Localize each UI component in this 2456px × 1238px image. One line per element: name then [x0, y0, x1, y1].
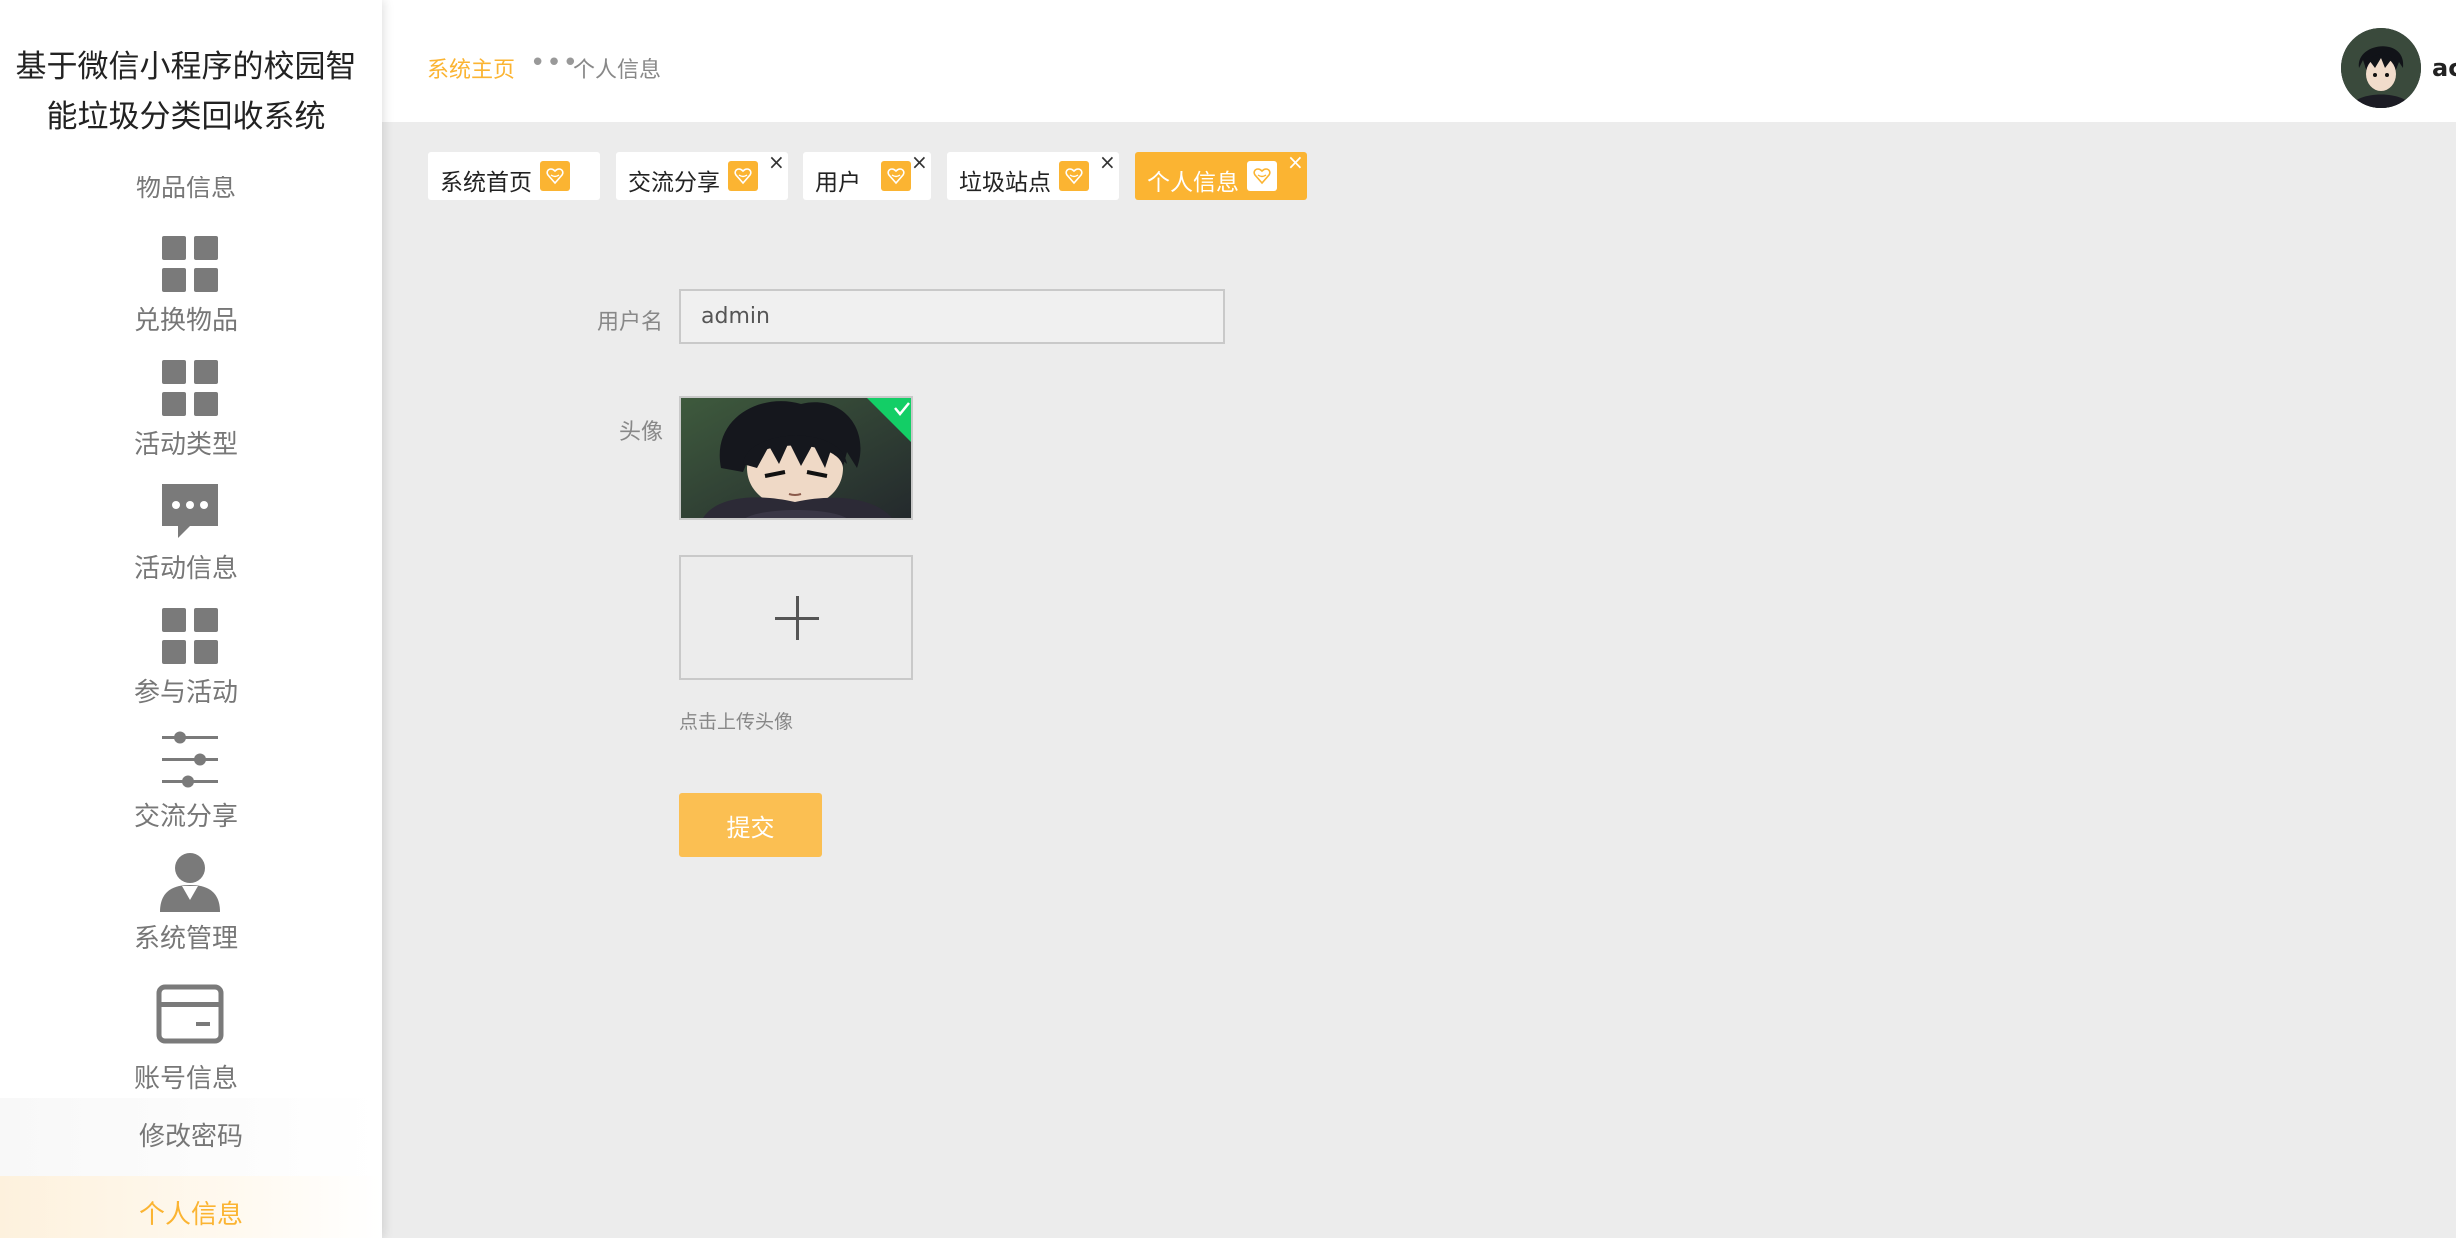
- avatar-upload-button[interactable]: [679, 555, 913, 680]
- tab-user[interactable]: 用户 ×: [803, 152, 931, 200]
- heart-tag-icon: [1247, 161, 1277, 191]
- sidebar-item-exchange-share[interactable]: 交流分享: [0, 730, 372, 840]
- sidebar-item-label: 参与活动: [133, 678, 238, 708]
- close-icon[interactable]: ×: [1099, 152, 1116, 172]
- sidebar-item-label: 物品信息: [135, 176, 236, 202]
- breadcrumb-separator-icon: •••: [530, 48, 580, 78]
- plus-icon-vertical: [796, 596, 799, 640]
- grid-icon: [160, 358, 220, 418]
- sidebar-subitem-change-password[interactable]: 修改密码: [0, 1098, 382, 1176]
- tab-label: 用户: [815, 170, 861, 196]
- sidebar-item-activity-info[interactable]: 活动信息: [0, 482, 372, 592]
- username-label: 用户名: [596, 310, 663, 335]
- close-icon[interactable]: ×: [911, 152, 928, 172]
- person-icon: [160, 852, 220, 912]
- sidebar-item-exchange-goods[interactable]: 兑换物品: [0, 234, 372, 344]
- sidebar-item-label: 系统管理: [133, 924, 238, 954]
- avatar-label: 头像: [618, 420, 663, 445]
- grid-icon: [160, 606, 220, 666]
- sidebar-item-label: 兑换物品: [133, 306, 238, 336]
- tab-label: 系统首页: [440, 170, 532, 196]
- sidebar-item-goods-info[interactable]: 物品信息: [0, 176, 372, 206]
- user-name[interactable]: ac: [2432, 54, 2456, 82]
- tab-system-home[interactable]: 系统首页: [428, 152, 600, 200]
- username-input[interactable]: [679, 289, 1225, 344]
- submit-button[interactable]: 提交: [679, 793, 822, 857]
- sidebar-item-activity-type[interactable]: 活动类型: [0, 358, 372, 468]
- sidebar-item-account-info[interactable]: 账号信息: [0, 984, 372, 1094]
- avatar-preview-image[interactable]: [679, 396, 913, 520]
- system-title: 基于微信小程序的校园智能垃圾分类回收系统: [15, 49, 357, 135]
- tab-label: 交流分享: [628, 170, 720, 196]
- user-avatar[interactable]: [2341, 28, 2421, 108]
- top-header: 系统主页 ••• 个人信息 ac: [382, 0, 2456, 122]
- chat-bubble-icon: [160, 482, 220, 542]
- breadcrumb-current: 个人信息: [573, 58, 662, 83]
- sidebar-item-label: 活动信息: [133, 554, 238, 584]
- sidebar: 基于微信小程序的校园智能垃圾分类回收系统 物品信息 兑换物品 活动类型 活动信息…: [0, 0, 382, 1238]
- sidebar-subitem-personal-info[interactable]: 个人信息: [0, 1176, 382, 1238]
- heart-tag-icon: [540, 161, 570, 191]
- tab-label: 个人信息: [1147, 170, 1239, 196]
- sidebar-item-label: 个人信息: [138, 1200, 243, 1230]
- sidebar-item-join-activity[interactable]: 参与活动: [0, 606, 372, 716]
- heart-tag-icon: [881, 161, 911, 191]
- grid-icon: [160, 234, 220, 294]
- sidebar-item-label: 修改密码: [138, 1122, 243, 1152]
- sidebar-item-label: 交流分享: [133, 802, 238, 832]
- tab-garbage-station[interactable]: 垃圾站点 ×: [947, 152, 1119, 200]
- sidebar-item-label: 账号信息: [133, 1064, 238, 1094]
- tab-exchange-share[interactable]: 交流分享 ×: [616, 152, 788, 200]
- heart-tag-icon: [1059, 161, 1089, 191]
- breadcrumb-home[interactable]: 系统主页: [427, 52, 515, 84]
- card-icon: [156, 984, 224, 1044]
- tab-label: 垃圾站点: [959, 170, 1051, 196]
- sidebar-item-label: 活动类型: [133, 430, 238, 460]
- sidebar-item-system-management[interactable]: 系统管理: [0, 852, 372, 962]
- upload-tip-text: 点击上传头像: [679, 711, 794, 733]
- tab-personal-info[interactable]: 个人信息 ×: [1135, 152, 1307, 200]
- sliders-icon: [160, 730, 220, 790]
- heart-tag-icon: [728, 161, 758, 191]
- close-icon[interactable]: ×: [768, 152, 785, 172]
- close-icon[interactable]: ×: [1287, 152, 1304, 172]
